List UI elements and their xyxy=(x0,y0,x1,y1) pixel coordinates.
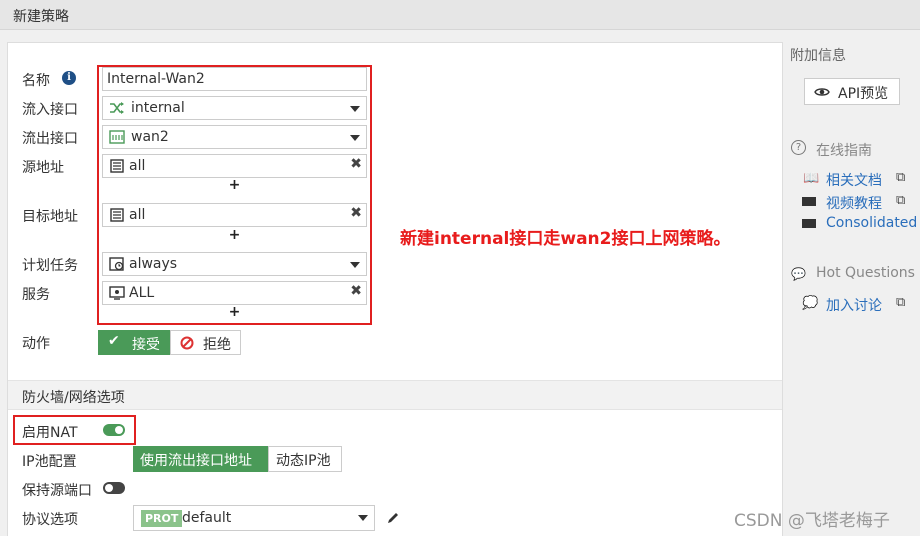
name-label: 名称 xyxy=(22,73,50,89)
prot-badge: PROT xyxy=(141,510,183,527)
book-icon: 📖 xyxy=(803,171,820,186)
guide-title: 在线指南 xyxy=(816,143,872,159)
dynamic-ip-pool-button[interactable]: 动态IP池 xyxy=(268,446,342,472)
video-icon xyxy=(802,197,816,206)
nat-label: 启用NAT xyxy=(22,425,78,441)
destination-address-label: 目标地址 xyxy=(22,209,78,225)
use-outgoing-interface-button[interactable]: 使用流出接口地址 xyxy=(133,446,268,472)
api-preview-label: API预览 xyxy=(838,86,889,102)
api-preview-button[interactable]: API预览 xyxy=(804,78,900,105)
firewall-section-header: 防火墙/网络选项 xyxy=(8,380,782,410)
chevron-down-icon xyxy=(358,515,368,521)
video-icon xyxy=(802,219,816,228)
comments-icon: 💬 xyxy=(791,267,806,281)
sidebar: 附加信息 API预览 ? 在线指南 📖 相关文档 ⧉ 视频教程 ⧉ Consol… xyxy=(788,30,920,536)
deny-icon xyxy=(180,336,194,350)
ip-pool-option2-label: 动态IP池 xyxy=(276,453,331,469)
docs-link[interactable]: 相关文档 xyxy=(826,170,882,190)
protocol-options-select[interactable]: PROT default xyxy=(133,505,375,531)
check-icon: ✔ xyxy=(108,333,120,349)
firewall-section-title: 防火墙/网络选项 xyxy=(22,390,125,406)
ip-pool-label: IP池配置 xyxy=(22,454,77,470)
nat-toggle[interactable] xyxy=(103,424,125,436)
schedule-label: 计划任务 xyxy=(22,258,78,274)
accept-button[interactable]: ✔ 接受 xyxy=(98,330,170,355)
annotation-text: 新建internal接口走wan2接口上网策略。 xyxy=(400,229,731,249)
video-tutorial-link[interactable]: 视频教程 xyxy=(826,193,882,213)
pencil-icon[interactable] xyxy=(386,511,400,525)
hot-questions-title: Hot Questions a xyxy=(816,265,920,281)
incoming-interface-label: 流入接口 xyxy=(22,102,78,118)
question-icon: ? xyxy=(791,140,806,155)
ip-pool-option1-label: 使用流出接口地址 xyxy=(140,453,252,469)
consolidated-link[interactable]: Consolidated P xyxy=(826,215,920,231)
deny-button[interactable]: 拒绝 xyxy=(170,330,241,355)
external-link-icon: ⧉ xyxy=(896,170,906,185)
outgoing-interface-label: 流出接口 xyxy=(22,131,78,147)
highlight-box xyxy=(97,65,372,325)
protocol-options-label: 协议选项 xyxy=(22,512,78,528)
info-icon[interactable]: i xyxy=(62,71,76,85)
window-titlebar: 新建策略 xyxy=(0,0,920,30)
external-link-icon: ⧉ xyxy=(896,295,906,310)
action-label: 动作 xyxy=(22,336,50,352)
external-link-icon: ⧉ xyxy=(896,193,906,208)
window-title: 新建策略 xyxy=(13,9,69,25)
sidebar-title: 附加信息 xyxy=(790,48,846,64)
deny-label: 拒绝 xyxy=(203,337,231,353)
service-label: 服务 xyxy=(22,287,50,303)
source-address-label: 源地址 xyxy=(22,160,64,176)
comment-icon: 💭 xyxy=(802,296,819,311)
accept-label: 接受 xyxy=(132,337,160,353)
eye-icon xyxy=(814,88,830,96)
join-discussion-link[interactable]: 加入讨论 xyxy=(826,295,882,315)
preserve-port-label: 保持源端口 xyxy=(22,483,92,499)
protocol-options-value: default xyxy=(182,510,232,526)
preserve-port-toggle[interactable] xyxy=(103,482,125,494)
watermark: CSDN @飞塔老梅子 xyxy=(734,511,890,531)
